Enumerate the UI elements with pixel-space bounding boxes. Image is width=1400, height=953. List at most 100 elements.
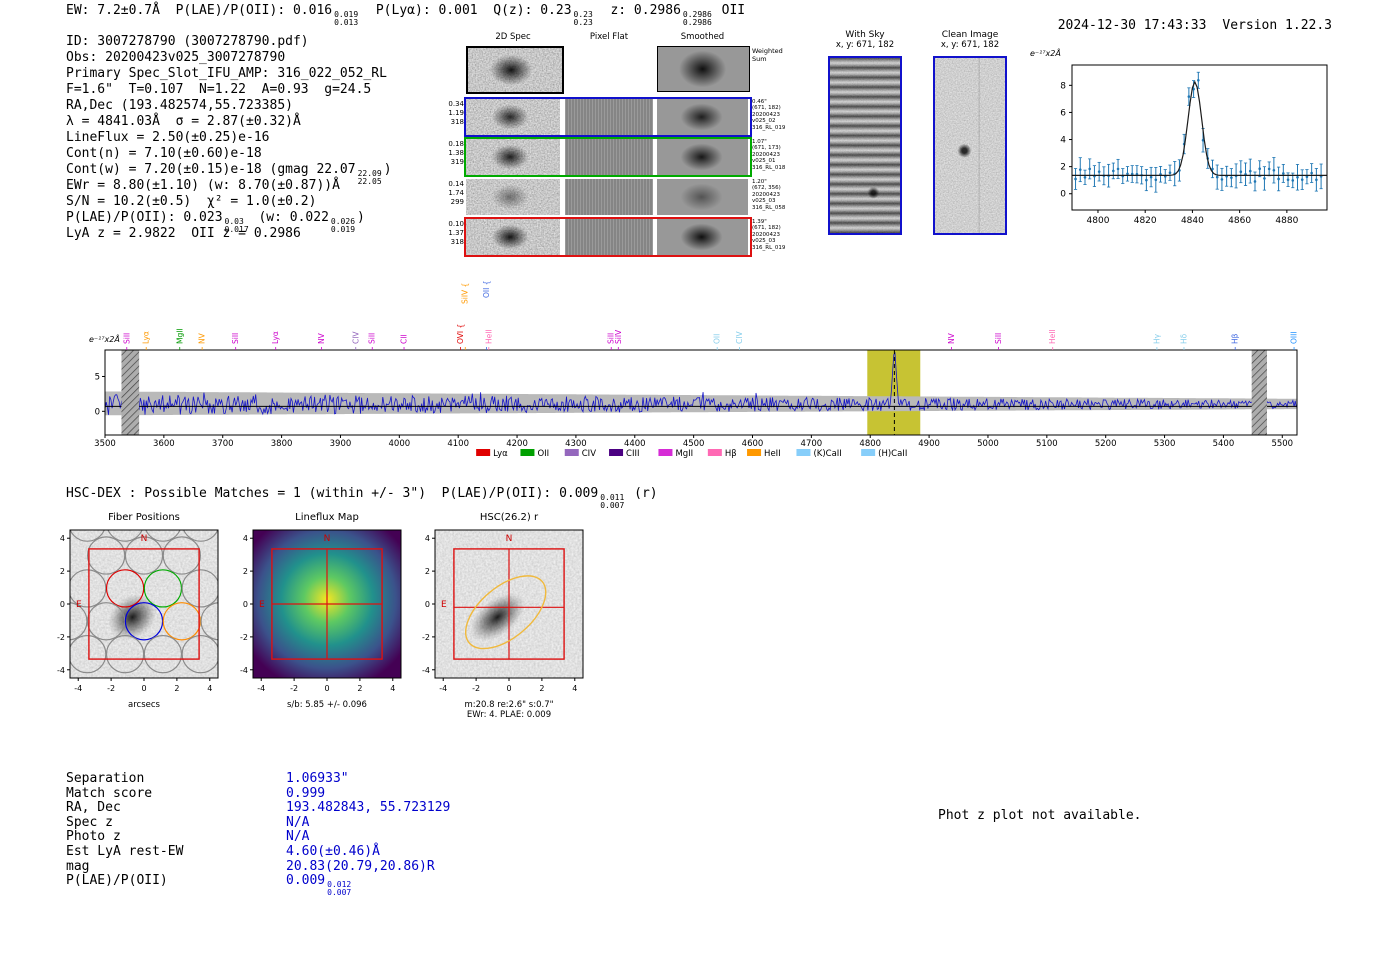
2dspec-strip [466,179,560,215]
line-marker-label: OII [713,334,722,344]
legend-label: Lyα [493,449,508,459]
cutout-xlabel: m:20.8 re:2.6" s:0.7" [464,700,554,710]
y-tick-label: 6 [1060,108,1066,118]
smoothed-strip [657,219,748,255]
stacked-uncertainty: 0.026 0.019 [330,217,356,234]
line-marker-label: NV [947,332,956,344]
legend-swatch [861,449,876,456]
stacked-uncertainty: 0.019 0.013 [334,10,359,27]
x-tick-label: 4840 [1181,216,1204,226]
info-line: ID: 3007278790 (3007278790.pdf) [66,34,309,49]
x-tick-label: -2 [107,684,115,693]
info-line: λ = 4841.03Å σ = 2.87(±0.32)Å [66,114,301,129]
withsky-panel: With Sky x, y: 671, 182 [820,30,910,235]
compass-e: E [259,600,265,610]
plot-frame [104,349,1298,436]
observed-points [1073,71,1323,193]
y-tick-label: 2 [60,567,65,576]
x-tick-label: 5100 [1036,439,1058,449]
legend-label: Hβ [725,449,737,459]
x-tick-label: 4860 [1228,216,1251,226]
cutout-xlabel2: EWr: 4. PLAE: 0.009 [466,710,552,720]
legend-label: MgII [675,449,693,459]
compass-n: N [141,534,148,544]
compass-e: E [76,600,82,610]
cutout-title: Lineflux Map [295,512,359,523]
masked-sky-band [1251,350,1267,435]
photz-notice: Phot z plot not available. [938,808,1142,823]
fiber-weight-labels: 0.18 1.38 319 [448,140,464,166]
x-tick-label: 3500 [94,439,116,449]
stacked-uncertainty: 0.2986 0.2986 [682,10,712,27]
y-tick-label: -4 [422,666,430,675]
match-table-row: Photo z N/A [66,830,450,845]
match-field-value: 1.06933" [286,771,349,786]
withsky-image [828,56,902,235]
noise-texture [466,99,560,135]
info-line: Cont(w) = 7.20(±0.15)e-18 (gmag 22.07 22.… [66,162,392,186]
line-marker-label: SiII [994,333,1003,344]
x-tick-label: 4000 [389,439,411,449]
line-marker-label: SiIV { [461,283,470,304]
legend-swatch [520,449,535,456]
stacked-uncertainty: 0.011 0.007 [600,493,625,510]
y-tick-label: 2 [1060,163,1066,173]
legend-swatch [609,449,624,456]
fiber-weight-labels: 0.14 1.74 299 [448,180,464,206]
match-field-label: Photo z [66,829,121,845]
x-tick-label: 4 [390,684,395,693]
flux-units-annotation: e⁻¹⁷x2Å [1030,47,1061,58]
x-tick-label: 4 [572,684,577,693]
match-field-label: Separation [66,771,145,786]
x-tick-label: 4900 [918,439,940,449]
line-marker-label: Hβ [1231,333,1240,344]
y-tick-label: 0 [95,407,100,417]
match-field-value: 4.60(±0.46)Å [286,843,380,859]
2dspec-strip [466,99,560,135]
legend-swatch [476,449,491,456]
legend-swatch [747,449,762,456]
x-tick-label: 4 [207,684,212,693]
match-field-label: Match score [66,785,153,801]
line-marker-label: CIV [735,331,744,344]
match-field-value: 0.009 0.012 0.007 [286,873,352,897]
col-header-2dspec: 2D Spec [495,32,531,42]
line-marker-label: SiII [122,333,131,344]
y-tick-label: 4 [1060,136,1066,146]
info-line: F=1.6" T=0.107 N=1.22 A=0.93 g=24.5 [66,82,372,97]
match-field-value: 20.83(20.79,20.86)R [286,858,435,874]
x-tick-label: 2 [539,684,544,693]
pixelflat-strip [565,99,653,135]
x-tick-label: 4600 [742,439,764,449]
y-tick-label: 2 [243,567,248,576]
match-field-value: 193.482843, 55.723129 [286,800,451,816]
line-marker-label: Lyα [142,331,151,344]
weighted-sum-label: Weighted Sum [752,47,783,63]
fiber-weight-labels: 0.10 1.37 318 [448,220,464,246]
legend-swatch [796,449,811,456]
line-fit-plot: 0 2 4 6 8 4800 4820 4840 4860 4880 e⁻¹⁷x2Å [1030,47,1328,226]
exposure-info: 1.20" (672, 356) 20200423 v025_03 316_RL_058 [752,179,786,211]
match-field-label: RA, Dec [66,800,121,816]
y-tick-label: 4 [425,534,430,543]
y-tick-label: 0 [425,600,430,609]
masked-sky-band [121,350,140,435]
pixelflat-strip [565,139,653,175]
detection-info-block: ID: 3007278790 (3007278790.pdf) Obs: 2020… [66,34,392,242]
cleanimage-title: Clean Image [941,30,999,40]
withsky-title: With Sky [845,30,885,40]
col-header-smoothed: Smoothed [680,32,725,42]
x-tick-label: -2 [472,684,480,693]
cutout-image-content [253,530,401,678]
x-tick-label: 3700 [212,439,234,449]
weighted-sum-2dspec [466,46,564,94]
line-marker-label: SiII [231,333,240,344]
cutout-image-content [435,530,583,678]
catalog-match-table: Separation 1.06933" Match score 0.999 RA, De… [66,771,451,897]
match-table-row: Spec z N/A [66,815,450,831]
x-tick-label: 2 [174,684,179,693]
fiber-weight-labels: 0.34 1.19 318 [448,100,464,126]
match-table-row: Separation 1.06933" [66,771,450,787]
stacked-uncertainty: 22.09 22.05 [357,169,382,186]
x-tick-label: 2 [357,684,362,693]
